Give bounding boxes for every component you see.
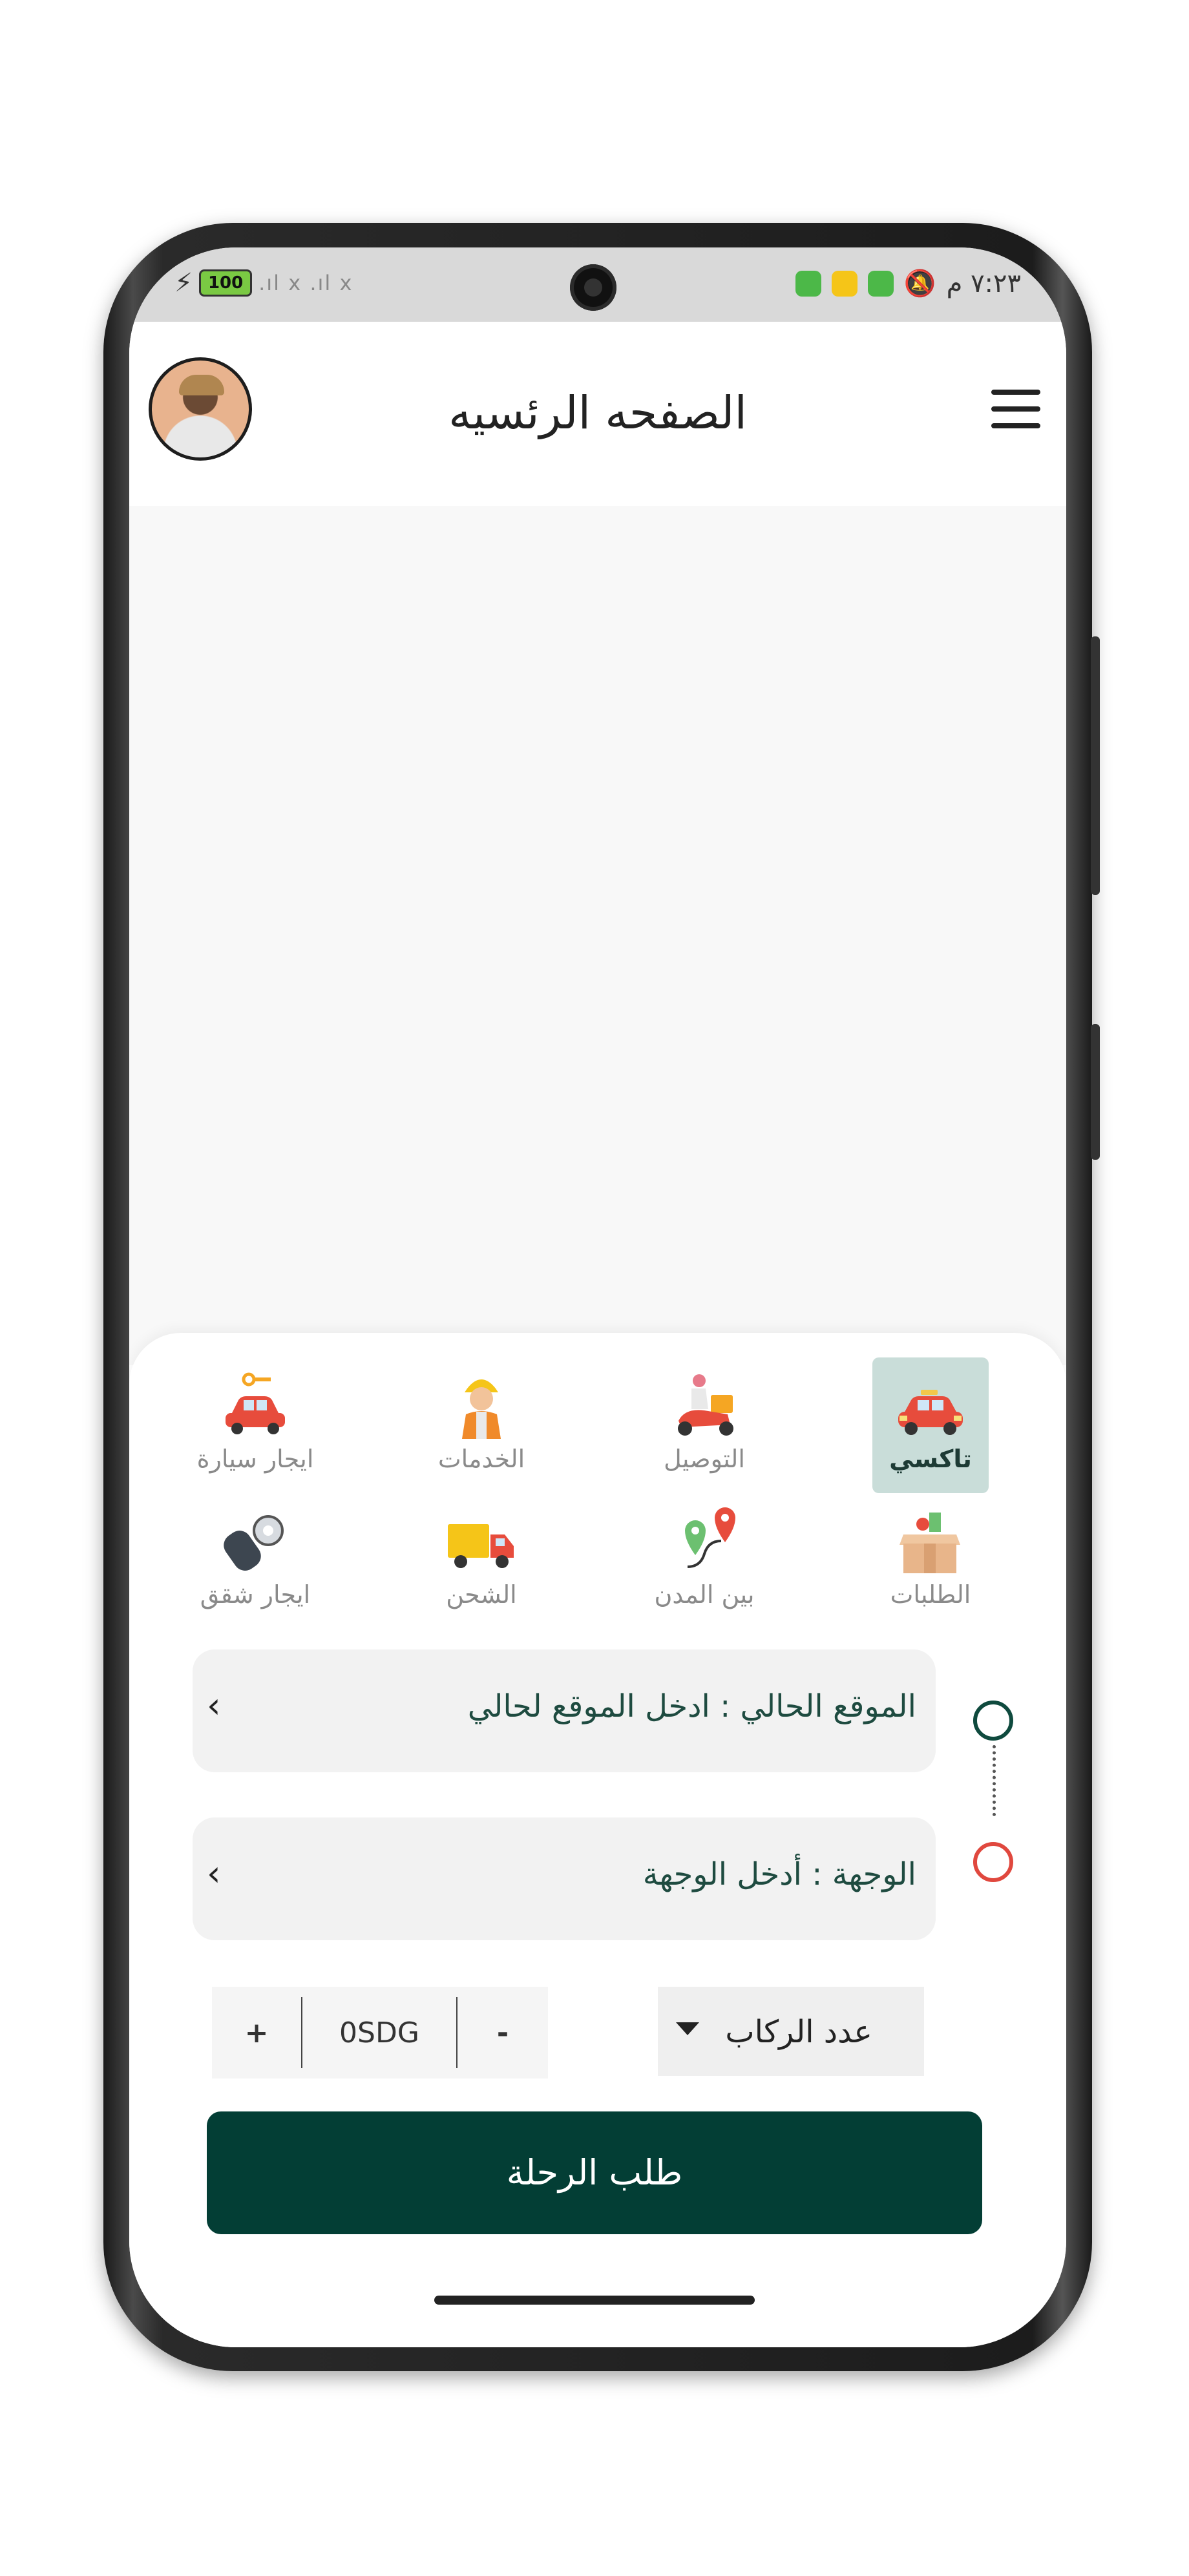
route-pins-icon [685, 1507, 735, 1568]
fare-stepper: + 0SDG - [212, 1987, 548, 2079]
current-location-field[interactable]: ‹ الموقع الحالي : ادخل الموقع لحالي [193, 1649, 936, 1772]
service-label: تاكسي [889, 1445, 972, 1473]
page-title: الصفحه الرئسيه [448, 386, 747, 439]
service-intercity[interactable]: بين المدن [646, 1493, 763, 1629]
passengers-label: عدد الركاب [725, 2014, 872, 2050]
passengers-dropdown[interactable]: عدد الركاب [658, 1987, 924, 2076]
home-indicator[interactable] [434, 2296, 755, 2305]
service-apartment-rental[interactable]: ايجار شقق [197, 1493, 313, 1629]
menu-icon[interactable] [991, 390, 1040, 428]
service-orders[interactable]: الطلبات [872, 1493, 989, 1629]
service-label: الطلبات [890, 1580, 971, 1609]
origin-marker-icon [973, 1701, 1013, 1741]
map-area[interactable] [129, 506, 1066, 1365]
car-key-icon [226, 1372, 285, 1434]
app-notification-icon [831, 270, 858, 297]
fare-value: 0SDG [339, 2016, 419, 2049]
service-delivery[interactable]: التوصيل [646, 1357, 763, 1493]
power-button [1091, 1024, 1100, 1160]
status-bar: ⚡ 100 .ıl x .ıl x 🔕 ٧:٢٣ م [129, 247, 1066, 322]
service-shipping[interactable]: الشحن [423, 1493, 540, 1629]
front-camera [570, 264, 616, 311]
taxi-car-icon [898, 1390, 963, 1435]
phone-frame: ⚡ 100 .ıl x .ıl x 🔕 ٧:٢٣ م الصفحه الرئسي… [103, 223, 1100, 2371]
screen: ⚡ 100 .ıl x .ıl x 🔕 ٧:٢٣ م الصفحه الرئسي… [129, 247, 1066, 2347]
app-notification-icon [795, 270, 821, 297]
keys-icon [224, 1515, 284, 1571]
status-right: 🔕 ٧:٢٣ م [795, 268, 1021, 298]
signal-icon: .ıl x .ıl x [258, 271, 353, 295]
route-connector [993, 1745, 996, 1816]
minus-button[interactable]: - [458, 2016, 548, 2049]
service-label: الخدمات [437, 1445, 525, 1473]
service-car-rental[interactable]: ايجار سيارة [197, 1357, 313, 1493]
groceries-box-icon [900, 1513, 960, 1573]
service-label: الشحن [446, 1580, 517, 1609]
service-label: ايجار سيارة [196, 1445, 314, 1473]
chevron-left-icon: ‹ [207, 1685, 221, 1726]
caret-down-icon [676, 2022, 699, 2035]
service-label: بين المدن [654, 1580, 755, 1609]
status-left: ⚡ 100 .ıl x .ıl x [174, 268, 353, 298]
mute-bell-icon: 🔕 [903, 269, 936, 298]
destination-text: الوجهة : أدخل الوجهة [642, 1856, 916, 1892]
worker-icon [462, 1379, 501, 1439]
status-time: ٧:٢٣ م [946, 268, 1021, 298]
current-location-text: الموقع الحالي : ادخل الموقع لحالي [467, 1688, 916, 1724]
service-label: التوصيل [664, 1445, 745, 1473]
service-taxi[interactable]: تاكسي [872, 1357, 989, 1493]
chevron-left-icon: ‹ [207, 1853, 221, 1894]
service-services[interactable]: الخدمات [423, 1357, 540, 1493]
delivery-scooter-icon [678, 1374, 733, 1436]
truck-icon [448, 1524, 514, 1568]
plus-button[interactable]: + [212, 2016, 301, 2049]
service-label: ايجار شقق [200, 1580, 311, 1609]
battery-icon: 100 [199, 269, 253, 297]
charging-icon: ⚡ [174, 268, 193, 298]
request-trip-button[interactable]: طلب الرحلة [207, 2111, 982, 2234]
destination-marker-icon [973, 1842, 1013, 1882]
volume-button [1091, 636, 1100, 895]
destination-field[interactable]: ‹ الوجهة : أدخل الوجهة [193, 1817, 936, 1940]
app-header: الصفحه الرئسيه [129, 322, 1066, 507]
app-notification-icon [867, 270, 894, 297]
